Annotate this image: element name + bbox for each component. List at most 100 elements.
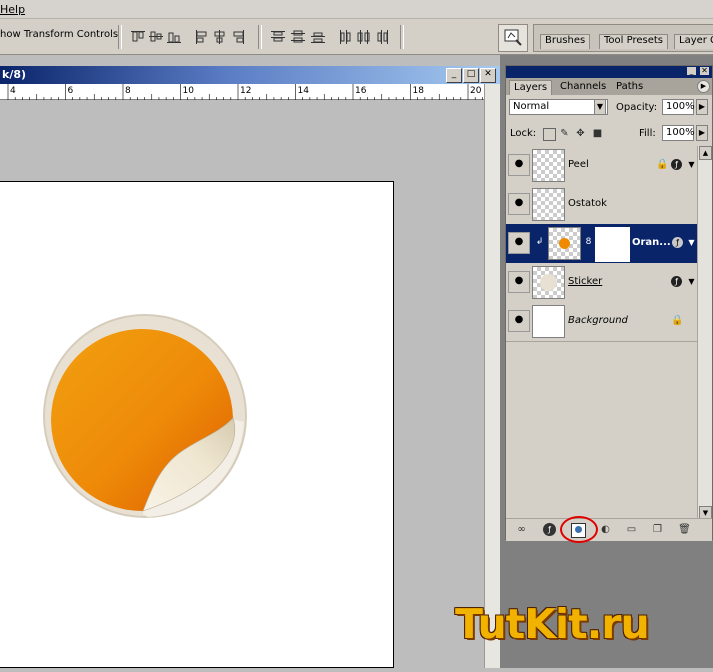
eye-icon[interactable]: ●: [508, 154, 530, 176]
show-transform-controls-label[interactable]: how Transform Controls: [0, 29, 118, 40]
align-right-edges-icon[interactable]: [230, 29, 246, 45]
layer-row-peel[interactable]: ● Peel 🔒 ƒ ▼: [506, 146, 697, 186]
ruler-label: 14: [298, 86, 310, 96]
ruler-label: 18: [413, 86, 425, 96]
add-layer-style-icon[interactable]: ƒ: [543, 523, 556, 536]
menu-help[interactable]: Help: [0, 3, 25, 16]
lock-icon: 🔒: [656, 159, 669, 170]
separator: [118, 25, 122, 49]
fill-value: 100%: [666, 127, 695, 138]
palette-tab-tool-presets[interactable]: Tool Presets: [599, 34, 668, 49]
align-top-edges-icon[interactable]: [130, 29, 146, 45]
layer-effects-icon[interactable]: ƒ: [672, 237, 683, 248]
ruler-label: 12: [240, 86, 251, 96]
palette-tab-layer-comps[interactable]: Layer C: [674, 34, 713, 49]
layer-effects-icon[interactable]: ƒ: [671, 159, 682, 170]
mask-link-icon[interactable]: 8: [583, 237, 594, 248]
distribute-bottom-icon[interactable]: [310, 29, 326, 45]
eye-icon[interactable]: ●: [508, 271, 530, 293]
blend-mode-value: Normal: [513, 101, 550, 112]
panel-close-button[interactable]: ✕: [700, 67, 709, 75]
tab-layers[interactable]: Layers: [509, 80, 553, 95]
panel-menu-button[interactable]: ▶: [697, 80, 710, 93]
tab-channels[interactable]: Channels: [556, 80, 610, 94]
layer-name: Sticker: [568, 276, 603, 287]
layer-row-sticker[interactable]: ● Sticker ƒ ▼: [506, 263, 697, 303]
go-to-bridge-button[interactable]: [498, 24, 528, 52]
highlight-circle: [560, 516, 598, 543]
layer-thumbnail: [532, 266, 565, 299]
align-bottom-edges-icon[interactable]: [166, 29, 182, 45]
ruler-label: 6: [68, 86, 74, 96]
new-group-icon[interactable]: ▭: [625, 523, 638, 536]
lock-transparency-icon[interactable]: [543, 128, 556, 141]
expand-arrow-icon[interactable]: ▼: [686, 276, 697, 287]
clipping-arrow-icon: ↲: [535, 237, 544, 247]
align-vertical-centers-icon[interactable]: [148, 29, 164, 45]
layer-row-background[interactable]: ● Background 🔒: [506, 302, 697, 342]
layer-thumbnail: [532, 188, 565, 221]
distribute-right-icon[interactable]: [374, 29, 390, 45]
document-title-bar[interactable]: k/8) _ □ ✕: [0, 66, 500, 84]
chevron-down-icon[interactable]: ▼: [594, 99, 606, 115]
ruler-label: 20: [470, 86, 482, 96]
distribute-center-icon[interactable]: [290, 29, 306, 45]
opacity-slider-button[interactable]: ▶: [696, 99, 708, 115]
close-button[interactable]: ✕: [480, 68, 496, 83]
panel-minimize-button[interactable]: _: [687, 67, 696, 75]
lock-position-icon[interactable]: ✥: [575, 128, 586, 139]
distribute-hcenter-icon[interactable]: [356, 29, 372, 45]
eye-icon[interactable]: ●: [508, 232, 530, 254]
ruler-label: 16: [355, 86, 367, 96]
lock-all-icon[interactable]: ■: [592, 128, 603, 139]
new-adjustment-layer-icon[interactable]: ◐: [599, 523, 612, 536]
align-horizontal-centers-icon[interactable]: [212, 29, 228, 45]
panel-title-bar[interactable]: _ ✕: [506, 66, 712, 78]
watermark: TutKit.ru: [455, 600, 650, 648]
palette-tab-brushes[interactable]: Brushes: [540, 34, 591, 49]
layer-row-ostatok[interactable]: ● Ostatok: [506, 185, 697, 225]
lock-image-icon[interactable]: ✎: [559, 128, 570, 139]
panel-tabs: Layers Channels Paths ▶: [506, 78, 712, 95]
align-left-edges-icon[interactable]: [194, 29, 210, 45]
layers-list: ● Peel 🔒 ƒ ▼ ● Ostatok ● ↲ 8 Oran... ƒ ▼…: [506, 146, 697, 342]
opacity-field[interactable]: 100%: [662, 99, 695, 115]
sticker-artwork: [43, 314, 247, 518]
minimize-button[interactable]: _: [446, 68, 462, 83]
layers-panel: _ ✕ Layers Channels Paths ▶ Normal ▼ Opa…: [505, 65, 713, 541]
options-bar: how Transform Controls Brushes Tool Pres…: [0, 19, 713, 55]
document-canvas[interactable]: [0, 181, 394, 668]
delete-layer-icon[interactable]: 🗑: [678, 523, 691, 536]
layer-thumbnail: [532, 149, 565, 182]
vertical-scrollbar[interactable]: [484, 84, 500, 668]
orange-dot-thumbnail: [559, 238, 570, 249]
horizontal-ruler[interactable]: 4 6 8 10 12 14 16 18 20: [0, 84, 490, 100]
eye-icon[interactable]: ●: [508, 310, 530, 332]
sticker-thumbnail: [540, 274, 557, 291]
menu-bar: Help: [0, 0, 713, 19]
layers-scrollbar[interactable]: ▲ ▼: [697, 146, 712, 521]
tab-paths[interactable]: Paths: [612, 80, 647, 94]
eye-icon[interactable]: ●: [508, 193, 530, 215]
new-layer-icon[interactable]: ❐: [651, 523, 664, 536]
layers-panel-footer: ∞ ƒ ◐ ▭ ❐ 🗑: [506, 518, 712, 541]
ruler-label: 4: [10, 86, 16, 96]
layer-effects-icon[interactable]: ƒ: [671, 276, 682, 287]
distribute-left-icon[interactable]: [338, 29, 354, 45]
layer-mask-thumbnail[interactable]: [595, 227, 630, 262]
layer-thumbnail: [532, 305, 565, 338]
fill-slider-button[interactable]: ▶: [696, 125, 708, 141]
palette-well: Brushes Tool Presets Layer C: [533, 24, 713, 52]
fill-label: Fill:: [639, 128, 656, 139]
ruler-ticks: 4 6 8 10 12 14 16 18 20: [7, 84, 490, 100]
link-layers-icon[interactable]: ∞: [515, 523, 528, 536]
maximize-button[interactable]: □: [463, 68, 479, 83]
layer-name: Ostatok: [568, 198, 607, 209]
separator: [258, 25, 262, 49]
fill-field[interactable]: 100%: [662, 125, 695, 141]
expand-arrow-icon[interactable]: ▼: [686, 237, 697, 248]
scroll-up-button[interactable]: ▲: [699, 146, 712, 160]
layer-row-orange[interactable]: ● ↲ 8 Oran... ƒ ▼: [506, 224, 697, 264]
expand-arrow-icon[interactable]: ▼: [686, 159, 697, 170]
distribute-top-icon[interactable]: [270, 29, 286, 45]
